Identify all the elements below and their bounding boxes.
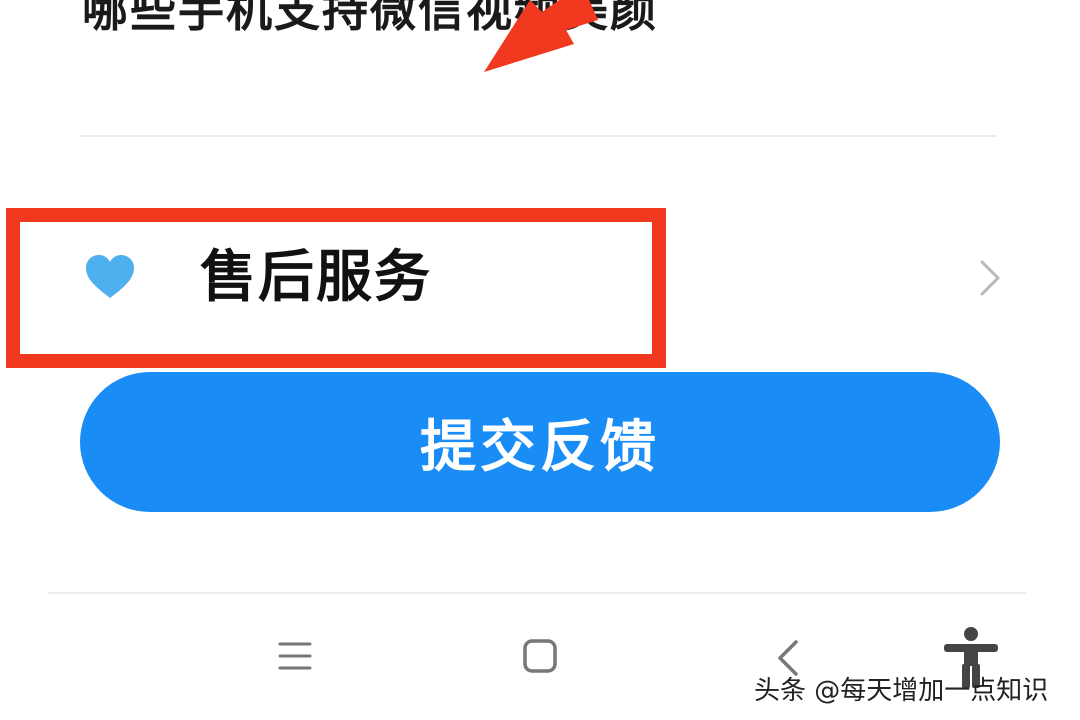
submit-feedback-button[interactable]: 提交反馈	[80, 372, 1000, 512]
divider	[48, 592, 1026, 594]
after-sales-service-item[interactable]: 售后服务	[0, 200, 1080, 370]
heart-icon	[86, 255, 134, 298]
divider	[80, 135, 997, 137]
chevron-right-icon	[980, 260, 1000, 296]
home-icon[interactable]	[520, 636, 560, 676]
after-sales-service-label: 售后服务	[200, 245, 432, 310]
watermark-text: 头条 @每天增加一点知识	[754, 676, 1049, 706]
arrow-annotation-icon	[484, 0, 598, 72]
menu-icon[interactable]	[276, 636, 314, 676]
